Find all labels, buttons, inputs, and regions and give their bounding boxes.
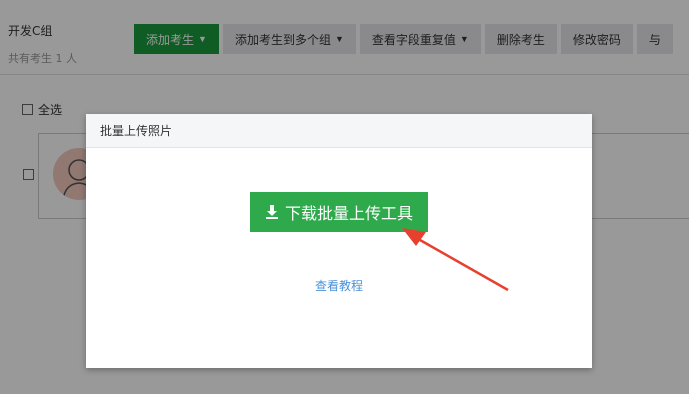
red-arrow-annotation [402, 228, 509, 292]
